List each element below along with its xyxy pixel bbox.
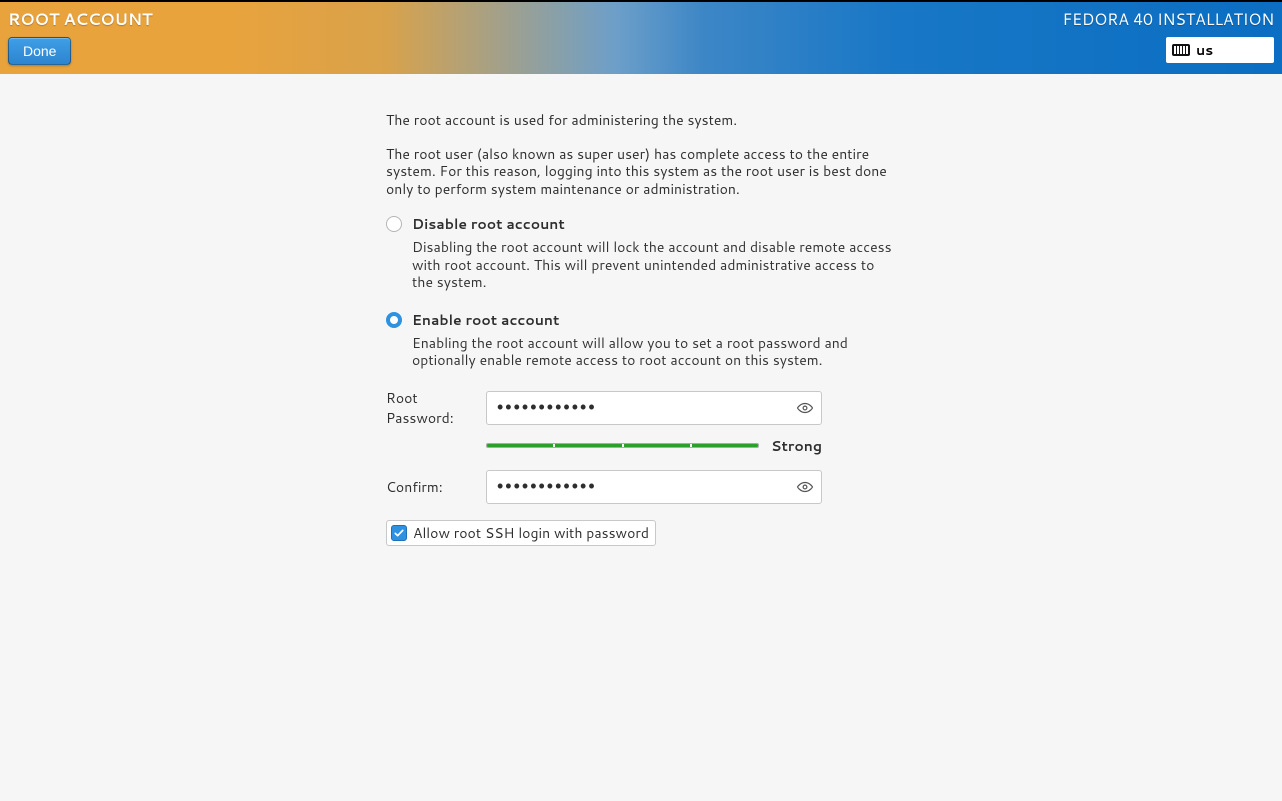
keyboard-icon <box>1172 44 1190 56</box>
password-strength-row: Strong <box>486 436 822 456</box>
confirm-label: Confirm: <box>386 477 486 497</box>
radio-disable-root[interactable] <box>386 216 402 232</box>
password-strength-label: Strong <box>771 436 822 456</box>
installer-label: FEDORA 40 INSTALLATION <box>1062 8 1274 31</box>
reveal-password-button[interactable] <box>794 397 816 419</box>
reveal-confirm-button[interactable] <box>794 476 816 498</box>
root-password-field-wrap <box>486 391 822 425</box>
option-disable-root: Disable root account Disabling the root … <box>386 214 896 292</box>
strength-seg-2 <box>555 444 621 447</box>
done-button[interactable]: Done <box>8 37 71 65</box>
root-password-input[interactable] <box>486 391 822 425</box>
keyboard-layout-text: us <box>1196 40 1213 60</box>
strength-seg-4 <box>692 444 758 447</box>
option-enable-root: Enable root account Enabling the root ac… <box>386 310 896 370</box>
intro-text-2: The root user (also known as super user)… <box>386 146 896 199</box>
option-disable-title: Disable root account <box>412 214 565 234</box>
option-disable-desc: Disabling the root account will lock the… <box>412 239 896 292</box>
radio-enable-root[interactable] <box>386 312 402 328</box>
strength-seg-3 <box>624 444 690 447</box>
main-content: The root account is used for administeri… <box>0 74 1282 546</box>
check-icon <box>393 527 405 539</box>
header-left: ROOT ACCOUNT Done <box>8 8 152 65</box>
strength-seg-1 <box>487 444 553 447</box>
confirm-row: Confirm: <box>386 470 896 504</box>
option-enable-head[interactable]: Enable root account <box>386 310 896 330</box>
option-enable-title: Enable root account <box>412 310 559 330</box>
root-password-row: Root Password: <box>386 388 896 428</box>
allow-ssh-checkbox[interactable] <box>391 525 407 541</box>
page-title: ROOT ACCOUNT <box>8 8 152 31</box>
content-column: The root account is used for administeri… <box>386 112 896 546</box>
password-strength-meter <box>486 443 759 448</box>
option-enable-desc: Enabling the root account will allow you… <box>412 335 896 370</box>
eye-icon <box>796 399 814 417</box>
root-password-label: Root Password: <box>386 388 486 428</box>
allow-ssh-label: Allow root SSH login with password <box>413 523 649 543</box>
intro-text-1: The root account is used for administeri… <box>386 112 896 130</box>
keyboard-layout-indicator[interactable]: us <box>1166 37 1274 63</box>
allow-ssh-row[interactable]: Allow root SSH login with password <box>386 520 656 546</box>
eye-icon <box>796 478 814 496</box>
header-bar: ROOT ACCOUNT Done FEDORA 40 INSTALLATION… <box>0 0 1282 74</box>
header-right: FEDORA 40 INSTALLATION us <box>1062 8 1274 63</box>
confirm-password-input[interactable] <box>486 470 822 504</box>
option-disable-head[interactable]: Disable root account <box>386 214 896 234</box>
confirm-field-wrap <box>486 470 822 504</box>
